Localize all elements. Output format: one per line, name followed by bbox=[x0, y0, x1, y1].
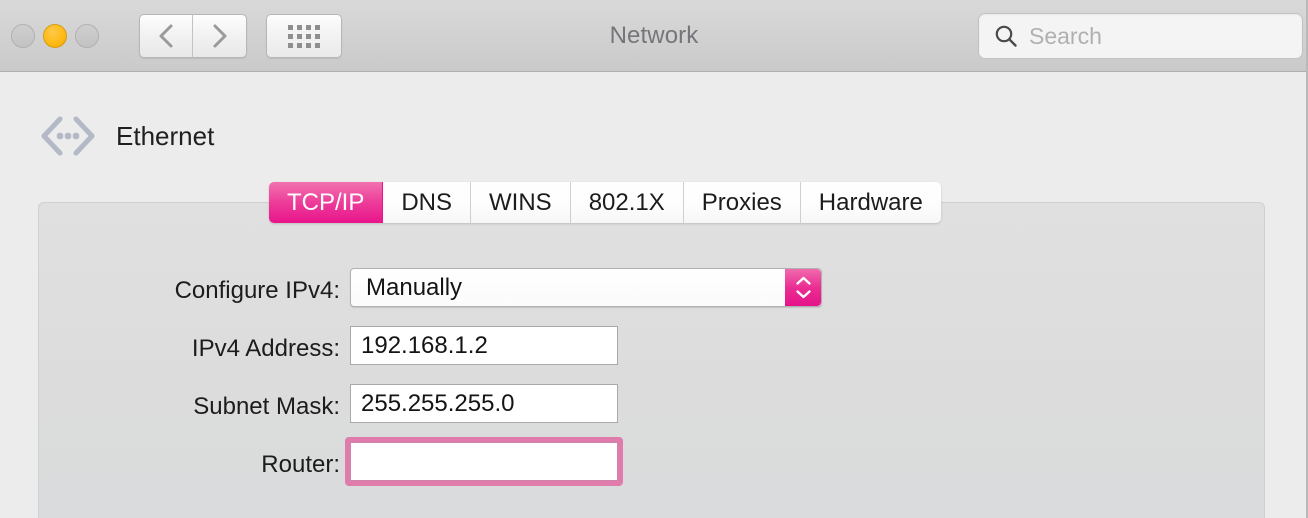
window-toolbar: Network bbox=[0, 0, 1306, 72]
back-button[interactable] bbox=[139, 14, 193, 58]
router-label: Router: bbox=[261, 451, 340, 478]
interface-header: Ethernet bbox=[38, 111, 214, 161]
subnet-mask-label: Subnet Mask: bbox=[193, 393, 340, 420]
subnet-mask-field[interactable]: 255.255.255.0 bbox=[350, 384, 618, 423]
close-button[interactable] bbox=[11, 24, 35, 48]
grid-icon bbox=[288, 24, 320, 48]
configure-ipv4-popup[interactable]: Manually bbox=[350, 268, 822, 307]
minimize-button[interactable] bbox=[43, 24, 67, 48]
search-icon bbox=[995, 25, 1017, 47]
chevron-right-icon bbox=[213, 24, 226, 48]
tab-label: WINS bbox=[489, 188, 552, 216]
tab-hardware[interactable]: Hardware bbox=[800, 182, 941, 223]
form-row-subnet-mask: Subnet Mask: 255.255.255.0 bbox=[0, 384, 1306, 442]
show-all-button[interactable] bbox=[266, 14, 342, 58]
tab-8021x[interactable]: 802.1X bbox=[570, 182, 684, 223]
chevron-left-icon bbox=[159, 24, 173, 48]
subnet-mask-value: 255.255.255.0 bbox=[361, 389, 515, 417]
tab-dns[interactable]: DNS bbox=[383, 182, 472, 223]
configure-ipv4-label: Configure IPv4: bbox=[174, 277, 340, 304]
search-field[interactable] bbox=[978, 13, 1303, 59]
zoom-button[interactable] bbox=[75, 24, 99, 48]
router-field-focus-ring bbox=[345, 437, 623, 486]
stepper-up-down-icon[interactable] bbox=[785, 269, 821, 306]
ipv4-address-label: IPv4 Address: bbox=[191, 335, 340, 362]
form-row-configure-ipv4: Configure IPv4: Manually bbox=[0, 268, 1306, 326]
traffic-light-group bbox=[11, 24, 99, 48]
tab-wins[interactable]: WINS bbox=[471, 182, 571, 223]
tab-label: TCP/IP bbox=[287, 188, 365, 216]
tab-label: Proxies bbox=[701, 188, 782, 216]
form-row-router: Router: bbox=[0, 437, 1306, 500]
tab-label: 802.1X bbox=[588, 188, 665, 216]
preferences-content: Ethernet TCP/IP DNS WINS 802.1X Proxies … bbox=[0, 72, 1306, 518]
configure-ipv4-value: Manually bbox=[366, 273, 463, 301]
tab-tcpip[interactable]: TCP/IP bbox=[269, 182, 384, 223]
chevron-up-icon bbox=[795, 276, 811, 285]
tab-label: DNS bbox=[401, 188, 453, 216]
forward-button[interactable] bbox=[193, 14, 247, 58]
interface-name: Ethernet bbox=[116, 120, 215, 151]
navigation-button-group bbox=[139, 14, 247, 58]
ethernet-icon bbox=[41, 116, 95, 156]
tab-label: Hardware bbox=[818, 188, 923, 216]
chevron-down-icon bbox=[795, 290, 811, 299]
settings-tabbar: TCP/IP DNS WINS 802.1X Proxies Hardware bbox=[269, 182, 941, 223]
search-input[interactable] bbox=[1029, 22, 1289, 50]
ipv4-address-field[interactable]: 192.168.1.2 bbox=[350, 326, 618, 365]
tab-proxies[interactable]: Proxies bbox=[683, 182, 801, 223]
router-field[interactable] bbox=[350, 442, 618, 481]
network-preferences-window: Network Ethernet TCP/IP DNS bbox=[0, 0, 1308, 518]
form-row-ipv4-address: IPv4 Address: 192.168.1.2 bbox=[0, 326, 1306, 384]
ipv4-address-value: 192.168.1.2 bbox=[361, 331, 488, 359]
tcpip-form: Configure IPv4: Manually IPv4 Address: 1… bbox=[0, 268, 1306, 500]
